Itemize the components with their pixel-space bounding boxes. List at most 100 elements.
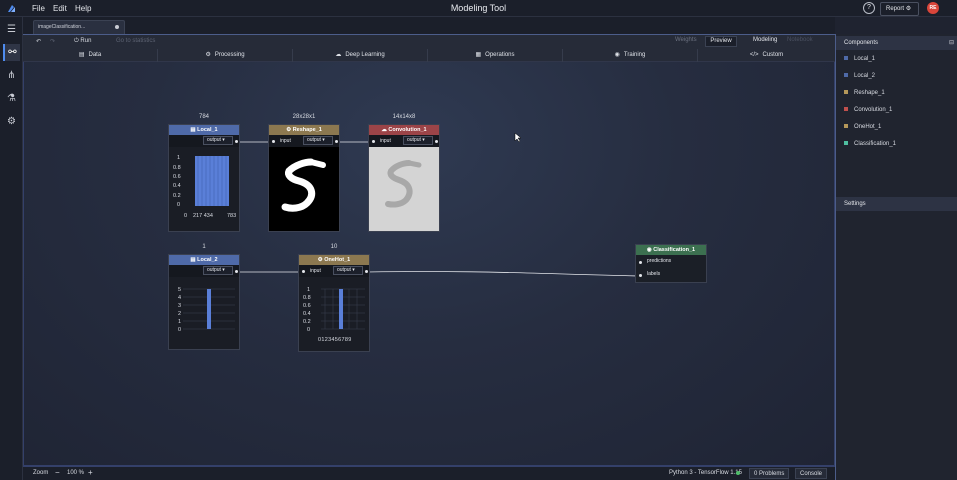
- avatar[interactable]: RE: [927, 2, 939, 14]
- feature-map-image: [385, 160, 422, 208]
- local1-ytick: 0.4: [173, 183, 181, 189]
- component-list-item[interactable]: Reshape_1: [844, 90, 885, 96]
- tab-data[interactable]: ▤ Data: [23, 49, 158, 62]
- component-classification1[interactable]: ◉ Classification_1 predictions labels: [635, 244, 707, 283]
- component-list-item[interactable]: Local_2: [844, 73, 875, 79]
- component-reshape1[interactable]: ⚙ Reshape_1 input output ▾: [268, 124, 340, 232]
- local1-ytick: 0: [177, 202, 180, 208]
- code-icon: </>: [749, 52, 759, 58]
- onehot1-output-pin[interactable]: [365, 270, 368, 273]
- tab-operations[interactable]: ▦ Operations: [428, 49, 563, 62]
- component-list-item[interactable]: Convolution_1: [844, 107, 892, 113]
- network-icon[interactable]: ⋔: [3, 67, 20, 84]
- weights-button[interactable]: Weights: [675, 37, 697, 43]
- component-conv1[interactable]: ☁ Convolution_1 input output ▾: [368, 124, 440, 232]
- local2-header[interactable]: ▤ Local_2: [169, 255, 239, 265]
- local-color-icon: [844, 73, 848, 78]
- reshape1-output-pin[interactable]: [335, 140, 338, 143]
- local1-output-port[interactable]: output ▾: [203, 136, 233, 145]
- list-icon[interactable]: ☰: [3, 21, 20, 38]
- class1-header[interactable]: ◉ Classification_1: [636, 245, 706, 255]
- component-list-label: Local_1: [854, 56, 876, 62]
- onehot1-chart: 1 0.8 0.6 0.4 0.2 0 0123456789: [303, 287, 365, 343]
- local2-ytick: 4: [178, 295, 181, 301]
- component-local2[interactable]: ▤ Local_2 output ▾ 5 4 3 2 1 0: [168, 254, 240, 350]
- onehot1-dim: 10: [330, 244, 338, 250]
- tab-custom[interactable]: </> Custom: [698, 49, 835, 62]
- onehot1-input-pin[interactable]: [302, 270, 305, 273]
- redo-icon[interactable]: ↷: [50, 38, 55, 45]
- modeling-icon[interactable]: ⚯: [3, 44, 20, 61]
- preview-button[interactable]: Preview: [705, 36, 737, 47]
- component-list-item[interactable]: Classification_1: [844, 141, 896, 147]
- modeling-canvas[interactable]: 784 ▤ Local_1 output ▾ 1 0.8 0.6 0.4 0.2…: [23, 62, 835, 466]
- toolbar: ↶ ↷ ⏻ Run Go to statistics Weights Previ…: [23, 34, 835, 49]
- local1-header[interactable]: ▤ Local_1: [169, 125, 239, 135]
- file-tab[interactable]: imageClassification...: [33, 20, 125, 34]
- tab-deep-learning[interactable]: ☁ Deep Learning: [293, 49, 428, 62]
- help-button[interactable]: ?: [863, 2, 875, 14]
- zoom-in-button[interactable]: +: [88, 468, 93, 477]
- right-panel: Components ⊟ Local_1 Local_2 Reshape_1 Co…: [835, 34, 957, 480]
- component-list-label: Classification_1: [854, 141, 897, 147]
- component-list-label: OneHot_1: [854, 124, 882, 130]
- tab-data-label: Data: [88, 52, 102, 58]
- target-icon: ◉: [614, 52, 620, 58]
- conv1-icon: ☁: [381, 127, 387, 133]
- tab-training[interactable]: ◉ Training: [563, 49, 698, 62]
- notebook-button[interactable]: Notebook: [787, 37, 813, 43]
- local2-bar: [207, 289, 211, 329]
- reshape1-title: Reshape_1: [292, 127, 322, 133]
- conv1-input-pin[interactable]: [372, 140, 375, 143]
- conv1-title: Convolution_1: [388, 127, 427, 133]
- component-onehot1[interactable]: ⚙ OneHot_1 input output ▾ 1 0.8 0.6 0.4 …: [298, 254, 370, 352]
- processing-color-icon: [844, 124, 848, 129]
- flask-icon[interactable]: ⚗: [3, 90, 20, 107]
- conv1-output-port[interactable]: output ▾: [403, 136, 433, 145]
- reshape1-output-port[interactable]: output ▾: [303, 136, 333, 145]
- conv1-preview-image: [369, 147, 439, 231]
- onehot1-ytick: 0.8: [303, 295, 311, 301]
- onehot1-output-port[interactable]: output ▾: [333, 266, 363, 275]
- conv1-input-label: input: [380, 138, 391, 144]
- runtime-label: Python 3 - TensorFlow 1.15: [669, 470, 742, 476]
- reshape1-input-pin[interactable]: [272, 140, 275, 143]
- console-button[interactable]: Console: [795, 468, 828, 479]
- problems-button[interactable]: 0 Problems: [749, 468, 790, 479]
- conv1-header[interactable]: ☁ Convolution_1: [369, 125, 439, 135]
- report-button[interactable]: Report ⚙: [880, 2, 919, 16]
- deep-learning-color-icon: [844, 107, 848, 112]
- onehot1-output-label: output: [337, 267, 351, 273]
- local2-output-label: output: [207, 267, 221, 273]
- settings-panel-header: Settings: [836, 197, 957, 211]
- reshape1-header[interactable]: ⚙ Reshape_1: [269, 125, 339, 135]
- run-button[interactable]: ⏻ Run: [74, 38, 91, 45]
- class1-labels-pin[interactable]: [639, 274, 642, 277]
- onehot1-header[interactable]: ⚙ OneHot_1: [299, 255, 369, 265]
- modeling-button[interactable]: Modeling: [753, 37, 777, 43]
- settings-gear-icon[interactable]: ⚙: [3, 113, 20, 130]
- local-color-icon: [844, 56, 848, 61]
- class1-predictions-pin[interactable]: [639, 261, 642, 264]
- unsaved-dot-icon[interactable]: [115, 25, 119, 29]
- go-to-statistics-button[interactable]: Go to statistics: [116, 38, 155, 44]
- undo-icon[interactable]: ↶: [36, 38, 41, 45]
- file-tab-label: imageClassification...: [38, 24, 86, 30]
- local1-bars: [195, 156, 229, 206]
- app-title: Modeling Tool: [450, 3, 507, 13]
- panel-collapse-icon[interactable]: ⊟: [949, 36, 954, 50]
- onehot1-icon: ⚙: [317, 257, 323, 263]
- connection-line[interactable]: [366, 271, 641, 277]
- local1-output-pin[interactable]: [235, 140, 238, 143]
- local2-output-pin[interactable]: [235, 270, 238, 273]
- component-local1[interactable]: ▤ Local_1 output ▾ 1 0.8 0.6 0.4 0.2 0 0…: [168, 124, 240, 232]
- conv1-output-pin[interactable]: [435, 140, 438, 143]
- local1-ytick: 0.8: [173, 165, 181, 171]
- zoom-out-button[interactable]: −: [55, 468, 60, 477]
- onehot1-ytick: 0.2: [303, 319, 311, 325]
- component-list-item[interactable]: OneHot_1: [844, 124, 881, 130]
- zoom-label: Zoom: [33, 470, 49, 476]
- local2-output-port[interactable]: output ▾: [203, 266, 233, 275]
- tab-processing[interactable]: ⚙ Processing: [158, 49, 293, 62]
- component-list-item[interactable]: Local_1: [844, 56, 875, 62]
